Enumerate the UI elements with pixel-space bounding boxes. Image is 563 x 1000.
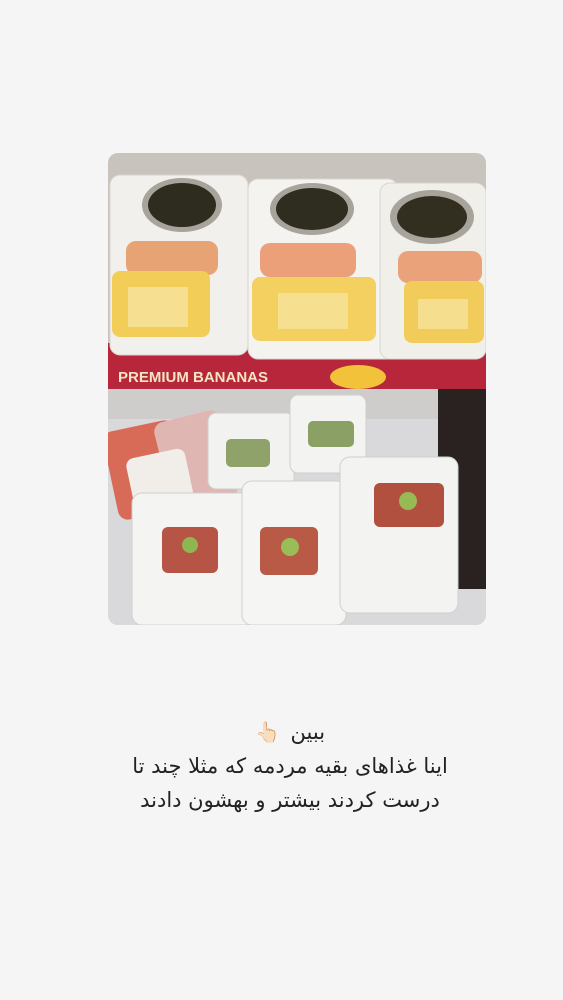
caption-line-3: درست کردند بیشتر و بهشون دادند bbox=[140, 788, 440, 812]
caption-word: ببین bbox=[290, 720, 326, 744]
story-photo: PREMIUM BANANAS bbox=[108, 153, 486, 625]
box-label: PREMIUM BANANAS bbox=[118, 369, 268, 386]
caption-line-1: ببین 👆🏻 bbox=[40, 715, 540, 749]
story-caption: ببین 👆🏻 اینا غذاهای بقیه مردمه که مثلا چ… bbox=[40, 715, 540, 817]
pointing-up-icon: 👆🏻 bbox=[254, 720, 280, 744]
caption-line-2: اینا غذاهای بقیه مردمه که مثلا چند تا bbox=[132, 754, 448, 778]
